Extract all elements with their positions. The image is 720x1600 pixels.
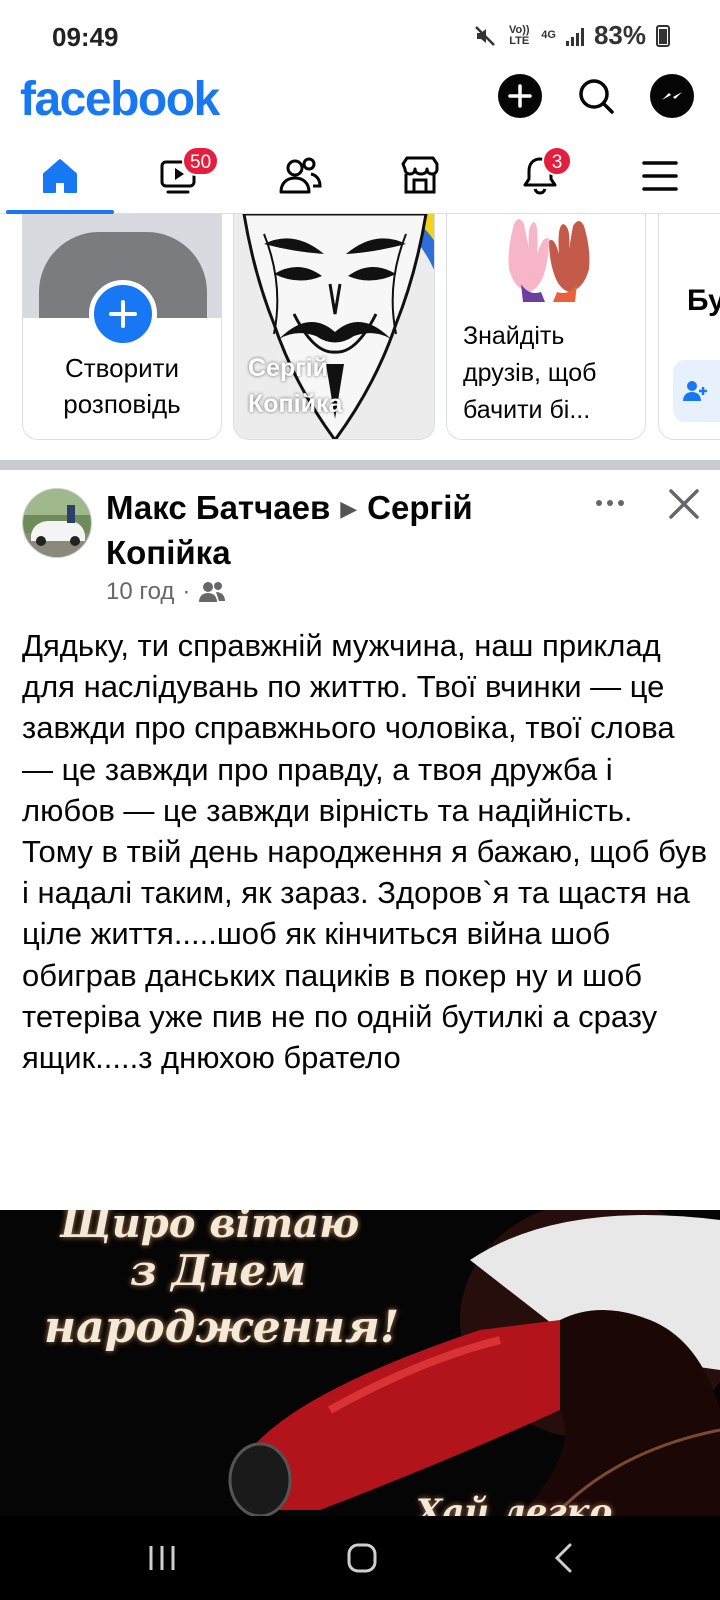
video-badge: 50 bbox=[182, 146, 220, 176]
messenger-button[interactable] bbox=[650, 74, 694, 118]
app-header: facebook bbox=[0, 72, 720, 134]
suggested-friend-card[interactable]: Бу bbox=[658, 214, 720, 440]
add-story-icon bbox=[89, 280, 157, 348]
user-story-name: Сергій Копійка bbox=[248, 354, 343, 418]
network-label: 4G bbox=[541, 29, 556, 41]
marketplace-icon bbox=[401, 156, 439, 194]
tab-friends[interactable] bbox=[240, 140, 360, 212]
back-icon bbox=[554, 1543, 572, 1573]
stories-tray: Створити розповідь Сергій Копійка Знайді… bbox=[0, 214, 720, 454]
section-divider bbox=[0, 460, 720, 470]
meta-dot: · bbox=[182, 578, 191, 605]
image-caption-line4: Хай легко bbox=[416, 1492, 613, 1516]
user-story-card[interactable]: Сергій Копійка bbox=[233, 214, 435, 440]
post-image[interactable]: Щиро вітаю з Днем народження! Хай легко bbox=[0, 1210, 720, 1516]
create-story-card[interactable]: Створити розповідь bbox=[22, 214, 222, 440]
status-icons: Vo)) LTE 4G 83% bbox=[473, 20, 670, 51]
post-meta: 10 год · bbox=[106, 578, 226, 606]
recent-apps-icon bbox=[149, 1546, 175, 1570]
friends-icon bbox=[199, 582, 226, 602]
facebook-logo[interactable]: facebook bbox=[20, 72, 220, 127]
find-friends-card[interactable]: Знайдіть друзів, щоб бачити бі... bbox=[446, 214, 646, 440]
volte-label: Vo)) LTE bbox=[508, 23, 530, 47]
tab-bar: 50 3 bbox=[0, 140, 720, 214]
image-caption-line1: Щиро вітаю bbox=[60, 1210, 360, 1247]
tab-notifications[interactable]: 3 bbox=[480, 140, 600, 212]
home-button[interactable] bbox=[302, 1516, 422, 1600]
wine-bottle-image bbox=[0, 1210, 720, 1516]
image-caption-line2: з Днем bbox=[130, 1246, 307, 1295]
search-icon bbox=[579, 79, 614, 114]
author-avatar[interactable] bbox=[22, 488, 92, 558]
mute-icon bbox=[475, 25, 496, 46]
arrow-right-icon: ▶ bbox=[340, 496, 358, 521]
search-button[interactable] bbox=[574, 74, 618, 118]
home-nav-icon bbox=[347, 1543, 377, 1573]
plus-icon bbox=[508, 84, 532, 108]
hide-post-button[interactable] bbox=[666, 486, 702, 522]
back-button[interactable] bbox=[504, 1516, 624, 1600]
tab-home[interactable] bbox=[0, 140, 120, 214]
add-friend-button[interactable] bbox=[673, 360, 720, 422]
post-time[interactable]: 10 год bbox=[106, 578, 174, 606]
create-story-label: Створити розповідь bbox=[63, 353, 181, 419]
tab-marketplace[interactable] bbox=[360, 140, 480, 212]
post-author-line: Макс Батчаев ▶ Сергій Копійка bbox=[106, 486, 546, 575]
more-options-button[interactable] bbox=[590, 488, 630, 518]
home-icon bbox=[43, 159, 77, 193]
high-five-icon bbox=[508, 219, 590, 302]
friends-icon bbox=[279, 157, 322, 194]
create-button[interactable] bbox=[498, 74, 542, 118]
notifications-badge: 3 bbox=[542, 146, 572, 176]
suggested-friend-name: Бу bbox=[687, 284, 720, 317]
tab-menu[interactable] bbox=[600, 140, 720, 212]
status-time: 09:49 bbox=[52, 22, 119, 52]
post-text: Дядьку, ти справжній мужчина, наш прикла… bbox=[22, 628, 708, 1076]
menu-icon bbox=[642, 161, 678, 191]
signal-icon bbox=[565, 26, 584, 46]
system-nav-bar bbox=[0, 1516, 720, 1600]
author-name[interactable]: Макс Батчаев bbox=[106, 489, 330, 526]
add-friend-icon bbox=[683, 381, 707, 401]
battery-percent: 83% bbox=[593, 20, 646, 50]
tab-video[interactable]: 50 bbox=[120, 140, 240, 212]
find-friends-text: Знайдіть друзів, щоб бачити бі... bbox=[463, 322, 597, 424]
recent-apps-button[interactable] bbox=[102, 1516, 222, 1600]
status-bar: 09:49 Vo)) LTE 4G 83% bbox=[0, 0, 720, 72]
close-icon bbox=[669, 489, 699, 519]
battery-icon bbox=[656, 24, 670, 47]
messenger-icon bbox=[662, 92, 682, 100]
image-caption-line3: народження! bbox=[44, 1302, 400, 1353]
